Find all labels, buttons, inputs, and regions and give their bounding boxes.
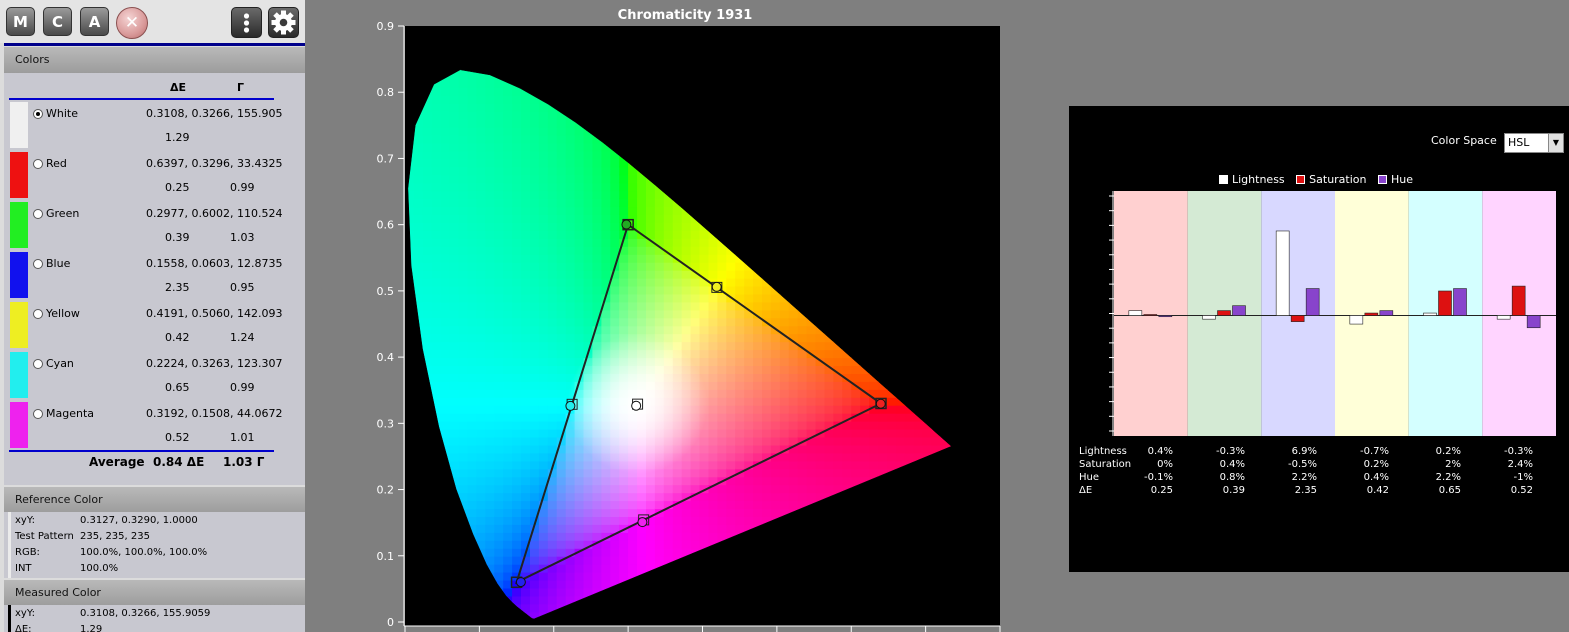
y-tick-label: 0.5 xyxy=(377,285,395,298)
measured-white-point xyxy=(631,400,642,411)
table-cell: 2.35 xyxy=(1294,485,1317,496)
table-cell: 0.25 xyxy=(1150,485,1173,496)
band-blue xyxy=(1261,191,1335,436)
y-tick-label: 0.1 xyxy=(377,550,395,563)
saturation-bar xyxy=(1438,290,1452,316)
table-cell: 0.2% xyxy=(1363,459,1389,470)
table-cell: 2.4% xyxy=(1507,459,1533,470)
table-cell: 2% xyxy=(1445,459,1461,470)
hue-bar xyxy=(1305,288,1320,316)
band-red xyxy=(1114,191,1188,436)
hsl-panel: Color Space HSL ▼ Lightness Saturation H… xyxy=(1069,106,1569,572)
saturation-bar xyxy=(1364,312,1379,316)
y-tick-label: 0.2 xyxy=(377,484,395,497)
table-cell: -0.5% xyxy=(1287,459,1317,470)
y-tick-label: 0.9 xyxy=(377,20,395,33)
hue-bar xyxy=(1158,315,1173,318)
hue-bar xyxy=(1526,315,1541,329)
cie-1931-chart: 0 0.1 0.2 0.3 0.4 0.5 0.6 0.7 0.8 0.9 xyxy=(377,20,1001,632)
measured-green-point xyxy=(621,219,632,230)
saturation-bar xyxy=(1217,310,1231,316)
hsl-bar-chart xyxy=(1109,191,1556,436)
table-cell: 2.2% xyxy=(1435,472,1461,483)
hue-bar xyxy=(1232,305,1246,316)
measured-cyan-point xyxy=(565,400,576,411)
saturation-bar xyxy=(1143,314,1158,316)
measured-yellow-point xyxy=(711,281,722,292)
y-tick-label: 0.7 xyxy=(377,152,395,165)
table-cell: 6.9% xyxy=(1291,446,1317,457)
y-tick-label: 0.8 xyxy=(377,86,395,99)
hue-bar xyxy=(1453,288,1467,316)
table-cell: 0.8% xyxy=(1219,472,1245,483)
table-cell: -0.1% xyxy=(1143,472,1173,483)
table-cell: 0.4% xyxy=(1219,459,1245,470)
measured-magenta-point xyxy=(637,517,648,528)
lightness-bar xyxy=(1275,230,1290,316)
measured-blue-point xyxy=(515,577,526,588)
y-tick-label: 0.3 xyxy=(377,417,395,430)
y-tick-label: 0 xyxy=(387,616,394,629)
table-cell: -0.7% xyxy=(1359,446,1389,457)
table-cell: 2.2% xyxy=(1291,472,1317,483)
table-cell: -0.3% xyxy=(1503,446,1533,457)
table-cell: 0.2% xyxy=(1435,446,1461,457)
lightness-bar xyxy=(1423,312,1437,316)
y-tick-label: 0.6 xyxy=(377,219,395,232)
lightness-bar xyxy=(1349,315,1364,325)
table-cell: 0.42 xyxy=(1366,485,1389,496)
table-cell: 0.52 xyxy=(1510,485,1533,496)
table-cell: 0% xyxy=(1157,459,1173,470)
table-cell: 0.4% xyxy=(1147,446,1173,457)
lightness-bar xyxy=(1128,310,1143,316)
y-tick-label: 0.4 xyxy=(377,351,395,364)
table-cell: -0.3% xyxy=(1215,446,1245,457)
hue-bar xyxy=(1379,310,1394,316)
measured-red-point xyxy=(875,398,886,409)
saturation-bar xyxy=(1290,315,1305,322)
table-cell: 0.65 xyxy=(1438,485,1461,496)
lightness-bar xyxy=(1202,315,1216,320)
table-cell: 0.39 xyxy=(1222,485,1245,496)
lightness-bar xyxy=(1496,315,1511,320)
saturation-bar xyxy=(1511,285,1526,316)
table-cell: 0.4% xyxy=(1363,472,1389,483)
table-cell: -1% xyxy=(1513,472,1533,483)
